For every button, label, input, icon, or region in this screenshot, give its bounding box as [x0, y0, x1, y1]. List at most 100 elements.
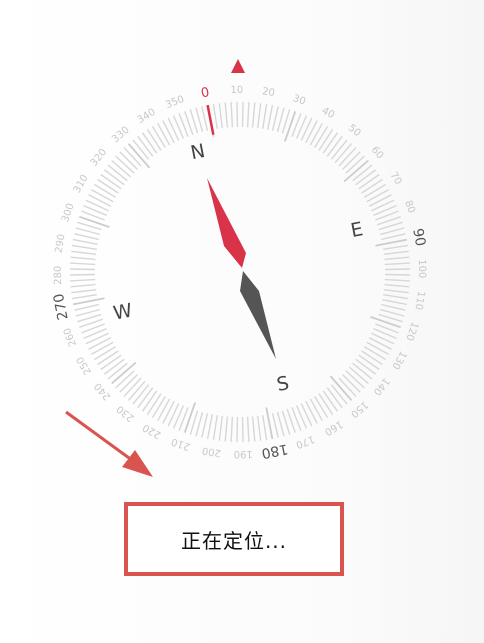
degree-label: 300 [60, 202, 77, 224]
compass-tick [146, 129, 162, 151]
compass-tick [284, 111, 297, 142]
compass-tick [300, 403, 313, 427]
compass-tick [74, 233, 99, 241]
compass-tick [90, 188, 114, 203]
annotation-arrow-icon [65, 410, 153, 477]
compass-tick [218, 415, 223, 441]
compass-tick [251, 102, 256, 128]
compass-tick [123, 147, 142, 167]
degree-label: 330 [110, 125, 132, 146]
status-text: 正在定位... [180, 528, 288, 553]
compass-tick [183, 402, 196, 433]
compass-needle [207, 178, 276, 359]
compass-tick [368, 337, 392, 350]
degree-label: 60 [369, 145, 386, 162]
degree-label: 180 [260, 440, 289, 461]
compass-tick [201, 106, 209, 131]
compass-tick [132, 384, 150, 405]
compass-tick [375, 238, 408, 247]
compass-tick [257, 415, 262, 441]
heading-marker-icon [231, 59, 245, 73]
compass-tick [107, 164, 128, 182]
compass-tick [366, 188, 390, 203]
compass-tick-ring [69, 101, 411, 443]
degree-label: 80 [402, 199, 417, 215]
degree-label: 40 [320, 105, 336, 121]
compass-tick [246, 416, 250, 442]
degree-label: 310 [72, 173, 91, 195]
compass-tick [241, 416, 244, 443]
degree-label: 50 [346, 123, 363, 140]
degree-label: 350 [164, 94, 186, 111]
compass-tick [75, 308, 101, 317]
compass-tick [115, 155, 135, 174]
compass-tick [69, 268, 96, 271]
compass-tick [236, 101, 239, 128]
compass-tick [355, 358, 377, 375]
compass-tick [75, 227, 101, 236]
compass-tick [271, 106, 279, 131]
compass-tick [262, 415, 268, 441]
compass-tick [201, 413, 209, 438]
compass-tick [218, 103, 223, 129]
degree-label: 240 [93, 380, 114, 402]
compass-tick [151, 395, 166, 419]
degree-label: 90 [409, 227, 428, 248]
compass-tick [326, 387, 343, 409]
degree-label: 220 [141, 421, 163, 440]
degree-label: 270 [51, 292, 72, 321]
compass-tick [366, 341, 390, 356]
cardinal-e: E [349, 218, 365, 242]
compass-tick [156, 122, 171, 146]
compass-tick [358, 354, 380, 371]
degree-label: 70 [388, 170, 404, 187]
degree-label: 280 [53, 266, 64, 285]
compass-tick [156, 398, 171, 422]
compass-tick [88, 337, 112, 350]
compass-tick [103, 169, 125, 186]
degree-label: 340 [136, 107, 158, 126]
needle-north-icon [207, 178, 246, 268]
compass-tick [262, 103, 268, 129]
compass-tick [318, 393, 334, 415]
compass-tick [276, 107, 285, 133]
compass-tick [107, 362, 128, 380]
compass-tick [338, 377, 357, 397]
compass-tick [348, 366, 369, 385]
compass-tick [318, 129, 334, 151]
cardinal-w: W [112, 299, 135, 324]
cardinal-n: N [189, 140, 207, 164]
compass-tick [74, 303, 99, 311]
compass-tick [381, 233, 406, 241]
compass-tick [224, 102, 229, 128]
compass-tick [314, 125, 329, 149]
compass-tick [363, 183, 387, 198]
compass-tick [371, 332, 395, 345]
degree-label: 290 [54, 233, 68, 254]
compass-tick [383, 244, 409, 250]
compass-tick [384, 278, 410, 282]
compass-tick [69, 273, 96, 276]
compass-tick [141, 390, 158, 412]
compass-tick [381, 303, 406, 311]
degree-label: 160 [322, 418, 344, 437]
compass-tick [241, 101, 244, 128]
degree-label: 30 [291, 93, 307, 108]
degree-label: 200 [201, 444, 222, 458]
compass-tick [230, 102, 234, 128]
compass-tick [322, 132, 339, 154]
compass-tick [379, 308, 405, 317]
compass-tick [251, 416, 256, 442]
compass-tick [79, 215, 110, 228]
compass-tick [70, 256, 96, 261]
compass-tick [137, 387, 154, 409]
compass-tick [330, 139, 348, 160]
compass-tick [71, 294, 97, 300]
needle-south-icon [240, 271, 276, 359]
compass-tick [361, 178, 383, 194]
compass-tick [167, 403, 180, 427]
degree-label: 20 [261, 86, 275, 99]
degree-label: 210 [170, 435, 192, 452]
compass-tick [305, 120, 318, 144]
compass-tick [88, 194, 112, 207]
